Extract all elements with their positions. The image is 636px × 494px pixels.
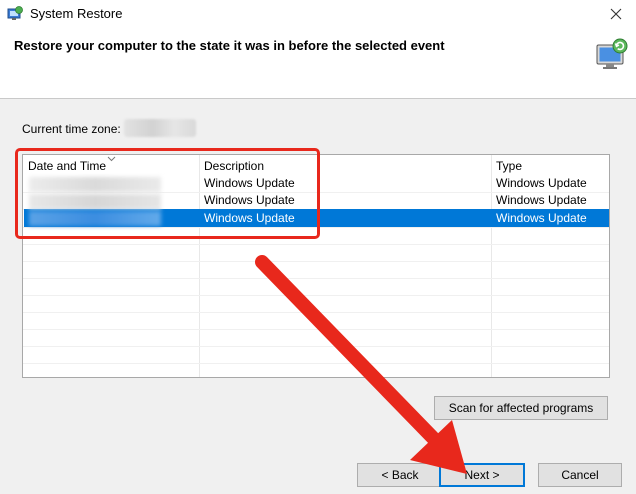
column-header-type-label: Type [496, 159, 523, 173]
title-bar: System Restore [0, 0, 636, 28]
row-divider [23, 295, 609, 296]
wizard-header: Restore your computer to the state it wa… [0, 28, 636, 99]
page-heading: Restore your computer to the state it wa… [14, 38, 445, 53]
scan-affected-programs-button[interactable]: Scan for affected programs [434, 396, 608, 420]
back-button[interactable]: < Back [357, 463, 443, 487]
close-icon [610, 8, 622, 20]
column-header-type[interactable]: Type [491, 155, 609, 175]
row-divider [23, 261, 609, 262]
row-type: Windows Update [496, 176, 587, 190]
window-title: System Restore [30, 6, 123, 21]
row-divider [23, 278, 609, 279]
row-divider [23, 312, 609, 313]
cancel-button[interactable]: Cancel [538, 463, 622, 487]
row-divider [23, 244, 609, 245]
row-divider [23, 329, 609, 330]
row-divider [23, 363, 609, 364]
timezone-label: Current time zone: [22, 122, 121, 136]
row-type: Windows Update [496, 211, 587, 225]
row-type: Windows Update [496, 193, 587, 207]
system-restore-icon [7, 6, 23, 20]
row-divider [23, 346, 609, 347]
next-button[interactable]: Next > [439, 463, 525, 487]
timezone-value-redacted [124, 119, 196, 137]
restore-monitor-icon [596, 38, 628, 69]
annotation-highlight-box [15, 148, 320, 239]
close-button[interactable] [596, 0, 636, 28]
